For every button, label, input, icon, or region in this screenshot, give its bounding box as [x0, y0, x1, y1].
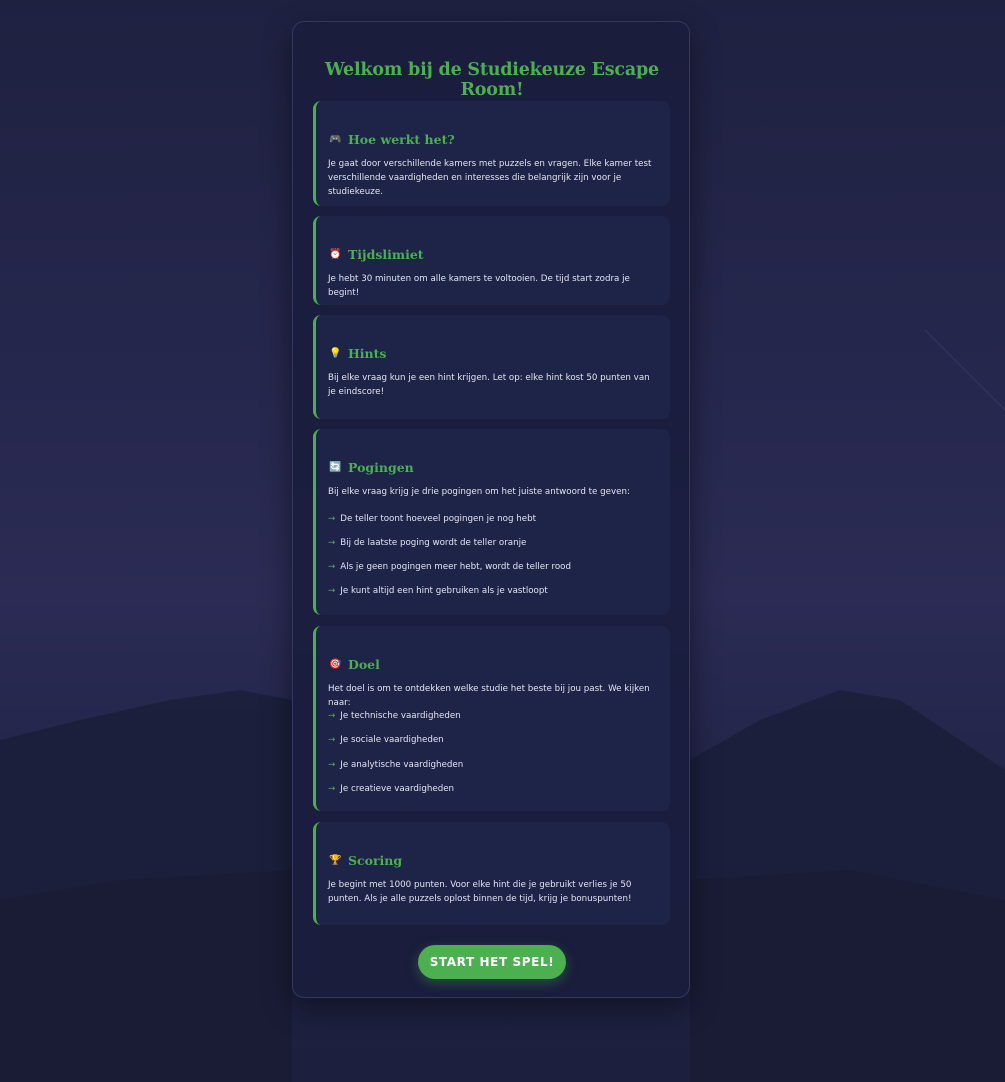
section-text: Je hebt 30 minuten om alle kamers te vol… — [328, 274, 630, 298]
section-text: Je gaat door verschillende kamers met pu… — [328, 159, 652, 197]
arrow-right-icon: → — [328, 711, 336, 721]
arrow-right-icon: → — [328, 760, 336, 770]
arrow-right-icon: → — [328, 562, 336, 572]
target-icon: 🎯 — [329, 658, 342, 670]
list-item: → Je creatieve vaardigheden — [328, 784, 455, 794]
arrow-right-icon: → — [328, 586, 336, 596]
arrow-right-icon: → — [328, 514, 336, 524]
list-item: → Je technische vaardigheden — [328, 711, 461, 721]
alarm-clock-icon: ⏰ — [329, 248, 342, 260]
section-heading: Hoe werkt het? — [348, 131, 455, 147]
arrow-right-icon: → — [328, 784, 336, 794]
section-heading: Scoring — [348, 852, 403, 868]
list-item: → Als je geen pogingen meer hebt, wordt d… — [328, 562, 572, 572]
welcome-card: Welkom bij de Studiekeuze Escape Room! 🎮… — [292, 21, 690, 998]
list-item: → Je kunt altijd een hint gebruiken als j… — [328, 586, 548, 596]
trophy-icon: 🏆 — [329, 854, 342, 866]
section-hints: 💡 Hints Bij elke vraag kun je een hint k… — [313, 315, 670, 419]
section-text: Bij elke vraag krijg je drie pogingen om… — [328, 487, 630, 497]
section-heading: Doel — [348, 656, 380, 672]
section-time-limit: ⏰ Tijdslimiet Je hebt 30 minuten om alle… — [313, 216, 670, 305]
section-attempts: 🔄 Pogingen Bij elke vraag krijg je drie … — [313, 429, 670, 615]
list-item: → De teller toont hoeveel pogingen je nog… — [328, 514, 536, 524]
section-how-it-works: 🎮 Hoe werkt het? Je gaat door verschille… — [313, 101, 670, 206]
page-title: Welkom bij de Studiekeuze Escape Room! — [325, 60, 659, 100]
section-text: Bij elke vraag kun je een hint krijgen. … — [328, 373, 650, 397]
refresh-icon: 🔄 — [329, 461, 342, 473]
section-text: Het doel is om te ontdekken welke studie… — [328, 684, 650, 708]
section-heading: Pogingen — [348, 459, 414, 475]
section-text: Je begint met 1000 punten. Voor elke hin… — [328, 880, 632, 904]
list-item: → Je sociale vaardigheden — [328, 735, 444, 745]
arrow-right-icon: → — [328, 538, 336, 548]
list-item: → Je analytische vaardigheden — [328, 760, 464, 770]
section-heading: Tijdslimiet — [348, 246, 424, 262]
list-item: → Bij de laatste poging wordt de teller o… — [328, 538, 527, 548]
start-game-button[interactable]: START HET SPEL! — [418, 945, 566, 979]
section-heading: Hints — [348, 345, 387, 361]
section-scoring: 🏆 Scoring Je begint met 1000 punten. Voo… — [313, 822, 670, 925]
section-goal: 🎯 Doel Het doel is om te ontdekken welke… — [313, 626, 670, 811]
gamepad-icon: 🎮 — [329, 133, 342, 145]
lightbulb-icon: 💡 — [329, 347, 342, 359]
arrow-right-icon: → — [328, 735, 336, 745]
